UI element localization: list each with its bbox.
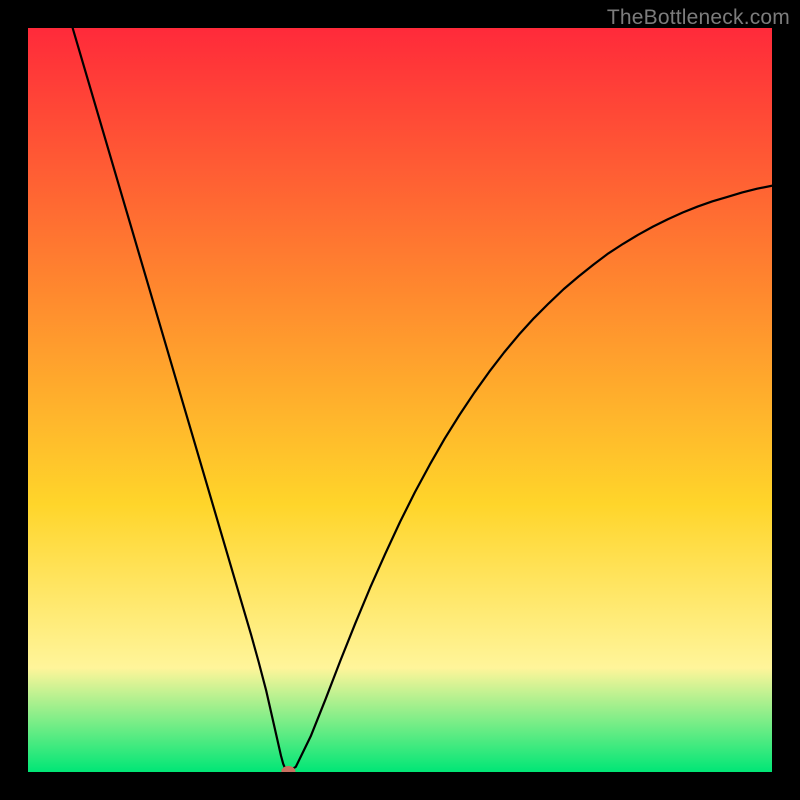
- chart-svg: [28, 28, 772, 772]
- gradient-bg: [28, 28, 772, 772]
- plot-area: [28, 28, 772, 772]
- watermark-text: TheBottleneck.com: [607, 6, 790, 30]
- chart-frame: TheBottleneck.com: [0, 0, 800, 800]
